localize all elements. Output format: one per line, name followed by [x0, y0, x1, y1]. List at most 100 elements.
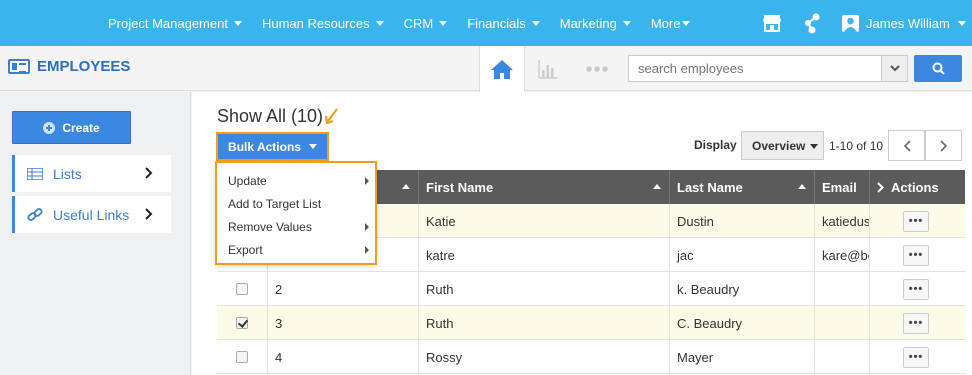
home-icon [491, 60, 513, 79]
chevron-left-icon [903, 139, 911, 152]
display-label: Display [694, 138, 737, 152]
col-actions-header[interactable]: Actions [870, 170, 965, 204]
sidebar-item-lists[interactable]: Lists [12, 155, 171, 192]
caret-down-icon [957, 20, 966, 26]
user-name: James William [866, 15, 950, 31]
bulk-actions-button[interactable]: Bulk Actions [216, 132, 329, 161]
pointer-arrow-icon [325, 108, 338, 124]
user-menu[interactable]: James William [842, 0, 966, 46]
email-cell [815, 306, 870, 340]
chevron-right-icon [145, 167, 153, 179]
submenu-arrow-icon [365, 177, 369, 185]
caret-down-icon [375, 20, 384, 26]
sidebar-item-useful-links[interactable]: Useful Links [12, 196, 171, 233]
submenu-arrow-icon [365, 246, 369, 254]
menu-item-add-to-target-list[interactable]: Add to Target List [217, 192, 375, 215]
col-first-name-header[interactable]: First Name [419, 170, 670, 204]
row-checkbox[interactable] [236, 283, 248, 295]
menu-item-remove-values[interactable]: Remove Values [217, 215, 375, 238]
last-name-cell: k. Beaudry [670, 272, 815, 306]
row-actions-button[interactable]: ••• [903, 346, 929, 368]
row-checkbox-checked[interactable] [236, 317, 248, 329]
email-cell: kare@be [815, 238, 870, 272]
row-actions-button[interactable]: ••• [903, 278, 929, 300]
first-name-cell: Ruth [419, 272, 670, 306]
menu-item-export[interactable]: Export [217, 238, 375, 261]
email-cell: katiedust [815, 204, 870, 238]
menu-marketing[interactable]: Marketing [560, 16, 631, 31]
bar-chart-icon [538, 59, 558, 79]
last-name-cell: Mayer [670, 340, 815, 374]
submenu-arrow-icon [365, 223, 369, 231]
module-header: EMPLOYEES [0, 46, 972, 92]
caret-down-icon [682, 20, 691, 26]
last-name-cell: jac [670, 238, 815, 272]
row-actions-button[interactable]: ••• [903, 312, 929, 334]
last-name-cell: Dustin [670, 204, 815, 238]
plus-circle-icon [43, 121, 56, 134]
chevron-right-icon [145, 208, 153, 220]
id-card-icon [8, 59, 30, 74]
row-checkbox[interactable] [236, 351, 248, 363]
caret-down-icon [622, 20, 631, 26]
first-name-cell: katre [419, 238, 670, 272]
search-filter-dropdown[interactable] [881, 55, 908, 82]
first-name-cell: Rossy [419, 340, 670, 374]
search-input[interactable] [628, 55, 882, 82]
sort-up-icon [402, 184, 410, 189]
more-dots-icon [586, 65, 608, 72]
table-row[interactable]: 2 Ruth k. Beaudry ••• [217, 272, 965, 306]
module-title[interactable]: EMPLOYEES [8, 58, 130, 75]
search-button[interactable] [914, 55, 962, 82]
menu-item-update[interactable]: Update [217, 169, 375, 192]
create-button[interactable]: Create [12, 111, 131, 144]
menu-human-resources[interactable]: Human Resources [262, 16, 384, 31]
menu-crm[interactable]: CRM [404, 16, 448, 31]
number-cell: 4 [268, 340, 419, 374]
row-actions-button[interactable]: ••• [903, 210, 929, 232]
sort-up-icon [653, 184, 661, 189]
top-navigation-bar: Project Management Human Resources CRM F… [0, 0, 972, 46]
table-row[interactable]: 4 Rossy Mayer ••• [217, 340, 965, 374]
chevron-down-icon [889, 65, 900, 72]
table-row[interactable]: 3 Ruth C. Beaudry ••• [217, 306, 965, 340]
first-name-cell: Ruth [419, 306, 670, 340]
analytics-view-tab[interactable] [525, 46, 571, 91]
first-name-cell: Katie [419, 204, 670, 238]
next-page-button[interactable] [925, 130, 962, 161]
sidebar: Create Lists Useful Links [0, 92, 191, 375]
last-name-cell: C. Beaudry [670, 306, 815, 340]
chevron-right-icon [939, 139, 947, 152]
col-email-header[interactable]: Email [815, 170, 870, 204]
chevron-right-icon [877, 181, 884, 193]
store-icon[interactable] [761, 12, 783, 34]
more-views-tab[interactable] [574, 46, 620, 91]
link-icon [27, 207, 43, 222]
home-view-tab[interactable] [479, 46, 525, 92]
display-select[interactable]: Overview [741, 131, 824, 160]
email-cell [815, 340, 870, 374]
number-cell: 3 [268, 306, 419, 340]
caret-down-icon [308, 144, 317, 149]
menu-project-management[interactable]: Project Management [108, 16, 242, 31]
previous-page-button[interactable] [888, 130, 925, 161]
number-cell: 2 [268, 272, 419, 306]
caret-down-icon [810, 144, 818, 149]
user-icon [842, 14, 859, 32]
bulk-actions-menu: Update Add to Target List Remove Values … [215, 161, 377, 265]
caret-down-icon [531, 20, 540, 26]
menu-more[interactable]: More [651, 16, 691, 31]
search-icon [932, 62, 945, 75]
page-title: Show All (10) [217, 106, 324, 126]
pagination-text: 1-10 of 10 [829, 139, 884, 153]
col-last-name-header[interactable]: Last Name [670, 170, 815, 204]
caret-down-icon [439, 20, 448, 26]
main-menu: Project Management Human Resources CRM F… [108, 0, 710, 46]
email-cell [815, 272, 870, 306]
menu-financials[interactable]: Financials [467, 16, 540, 31]
list-icon [27, 167, 43, 180]
caret-down-icon [233, 20, 242, 26]
sort-up-icon [798, 184, 806, 189]
share-icon[interactable] [801, 12, 823, 34]
row-actions-button[interactable]: ••• [903, 244, 929, 266]
